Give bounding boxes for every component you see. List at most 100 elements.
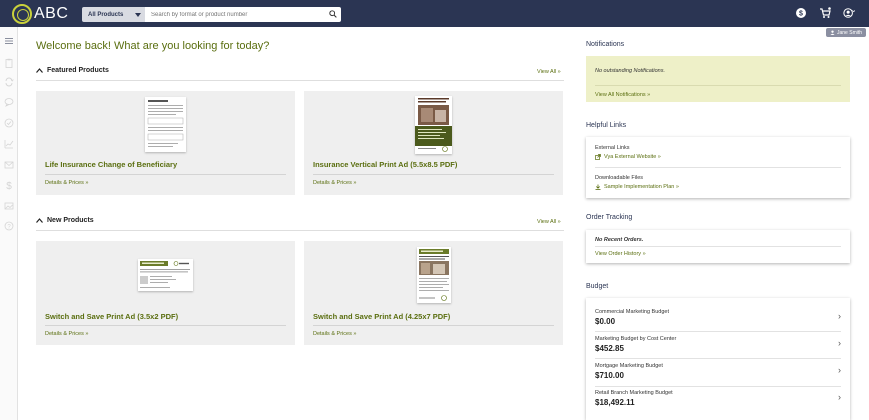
search-category-select[interactable]: All Products — [82, 7, 145, 22]
clipboard-icon[interactable] — [4, 58, 14, 68]
helpful-links-panel: External Links Vya External Website » Do… — [586, 137, 850, 198]
user-badge[interactable]: Jane Smith — [826, 28, 867, 37]
featured-view-all-link[interactable]: View All » — [537, 69, 561, 75]
chevron-up-icon[interactable] — [36, 68, 43, 73]
view-order-history-link[interactable]: View Order History » — [595, 251, 646, 257]
search-input[interactable] — [145, 7, 341, 22]
budget-panel: Commercial Marketing Budget $0.00 › Mark… — [586, 298, 850, 420]
chevron-right-icon[interactable]: › — [838, 311, 841, 321]
panel-divider — [595, 85, 841, 86]
card-divider — [45, 325, 286, 326]
external-website-link[interactable]: Vya External Website » — [595, 154, 661, 160]
budget-amount: $18,492.11 — [595, 398, 635, 407]
chevron-right-icon[interactable]: › — [838, 365, 841, 375]
product-thumbnail[interactable] — [415, 96, 452, 154]
panel-divider — [595, 167, 841, 168]
top-nav-bar: ABC All Products $ — [0, 0, 869, 27]
business-card-preview-icon — [140, 261, 190, 288]
product-card[interactable]: Life Insurance Change of Beneficiary Det… — [36, 91, 295, 195]
details-prices-link[interactable]: Details & Prices » — [45, 331, 88, 337]
new-products-header[interactable]: New Products — [36, 217, 94, 224]
section-divider — [36, 80, 564, 81]
print-ad-preview-icon — [417, 247, 451, 303]
details-prices-link[interactable]: Details & Prices » — [313, 331, 356, 337]
dollar-icon[interactable]: $ — [4, 180, 14, 190]
details-prices-link[interactable]: Details & Prices » — [45, 180, 88, 186]
order-tracking-panel: No Recent Orders. View Order History » — [586, 230, 850, 263]
help-icon[interactable]: ? — [4, 221, 14, 231]
print-ad-preview-icon — [415, 96, 452, 154]
product-title[interactable]: Life Insurance Change of Beneficiary — [45, 160, 177, 169]
budget-amount: $452.85 — [595, 344, 624, 353]
svg-text:$: $ — [799, 11, 803, 18]
sample-plan-link[interactable]: Sample Implementation Plan » — [595, 184, 679, 190]
logo-mark-icon — [12, 4, 32, 24]
card-divider — [313, 174, 554, 175]
helpful-links-title: Helpful Links — [586, 122, 627, 129]
order-tracking-message: No Recent Orders. — [595, 237, 644, 243]
product-card[interactable]: Switch and Save Print Ad (3.5x2 PDF) Det… — [36, 241, 295, 345]
image-icon[interactable] — [4, 201, 14, 211]
featured-products-header[interactable]: Featured Products — [36, 67, 109, 74]
product-thumbnail[interactable] — [138, 259, 193, 291]
notifications-panel: No outstanding Notifications. View All N… — [586, 56, 850, 102]
card-divider — [45, 174, 286, 175]
svg-text:$: $ — [6, 181, 12, 190]
budget-row[interactable]: Marketing Budget by Cost Center $452.85 … — [586, 331, 850, 358]
product-thumbnail[interactable] — [145, 97, 186, 152]
chart-icon[interactable] — [4, 139, 14, 149]
product-card[interactable]: Switch and Save Print Ad (4.25x7 PDF) De… — [304, 241, 563, 345]
download-icon — [595, 184, 601, 190]
external-link-icon — [595, 154, 601, 160]
user-name: Jane Smith — [837, 29, 863, 36]
cart-icon[interactable] — [819, 7, 831, 19]
budget-amount: $0.00 — [595, 317, 616, 326]
document-preview-icon — [147, 100, 184, 147]
card-divider — [313, 325, 554, 326]
user-icon — [830, 30, 835, 35]
chevron-down-icon — [135, 12, 141, 17]
new-products-title: New Products — [47, 217, 94, 224]
dollar-circle-icon[interactable]: $ — [795, 7, 807, 19]
budget-amount: $710.00 — [595, 371, 624, 380]
mail-icon[interactable] — [4, 160, 14, 170]
search-icon[interactable] — [329, 10, 337, 18]
sample-plan-label: Sample Implementation Plan » — [604, 184, 679, 190]
chevron-up-icon[interactable] — [36, 218, 43, 223]
product-title[interactable]: Insurance Vertical Print Ad (5.5x8.5 PDF… — [313, 160, 457, 169]
chevron-right-icon[interactable]: › — [838, 392, 841, 402]
budget-row[interactable]: Commercial Marketing Budget $0.00 › — [586, 298, 850, 328]
budget-name: Marketing Budget by Cost Center — [595, 336, 677, 342]
featured-products-title: Featured Products — [47, 67, 109, 74]
budget-row[interactable]: Mortgage Marketing Budget $710.00 › — [586, 358, 850, 385]
budget-title: Budget — [586, 283, 609, 290]
downloadable-files-label: Downloadable Files — [595, 175, 643, 181]
budget-row[interactable]: Retail Branch Marketing Budget $18,492.1… — [586, 386, 850, 413]
order-tracking-title: Order Tracking — [586, 214, 633, 221]
welcome-heading: Welcome back! What are you looking for t… — [36, 40, 270, 52]
external-website-label: Vya External Website » — [604, 154, 661, 160]
details-prices-link[interactable]: Details & Prices » — [313, 180, 356, 186]
budget-name: Retail Branch Marketing Budget — [595, 390, 673, 396]
sidebar: $ ? — [0, 27, 18, 420]
product-thumbnail[interactable] — [417, 247, 451, 303]
user-menu-icon[interactable] — [843, 7, 855, 19]
product-title[interactable]: Switch and Save Print Ad (3.5x2 PDF) — [45, 312, 178, 321]
notifications-title: Notifications — [586, 41, 625, 48]
section-divider — [36, 230, 564, 231]
logo-text: ABC — [34, 5, 69, 22]
product-card[interactable]: Insurance Vertical Print Ad (5.5x8.5 PDF… — [304, 91, 563, 195]
menu-icon[interactable] — [4, 36, 14, 46]
product-title[interactable]: Switch and Save Print Ad (4.25x7 PDF) — [313, 312, 450, 321]
panel-divider — [595, 246, 841, 247]
chat-icon[interactable] — [4, 97, 14, 107]
logo[interactable]: ABC — [12, 4, 68, 24]
check-circle-icon[interactable] — [4, 118, 14, 128]
view-all-notifications-link[interactable]: View All Notifications » — [595, 92, 650, 98]
search-category-label: All Products — [88, 11, 124, 18]
chevron-right-icon[interactable]: › — [838, 338, 841, 348]
notifications-message: No outstanding Notifications. — [595, 68, 666, 74]
refresh-icon[interactable] — [4, 77, 14, 87]
budget-name: Commercial Marketing Budget — [595, 309, 669, 315]
new-view-all-link[interactable]: View All » — [537, 219, 561, 225]
